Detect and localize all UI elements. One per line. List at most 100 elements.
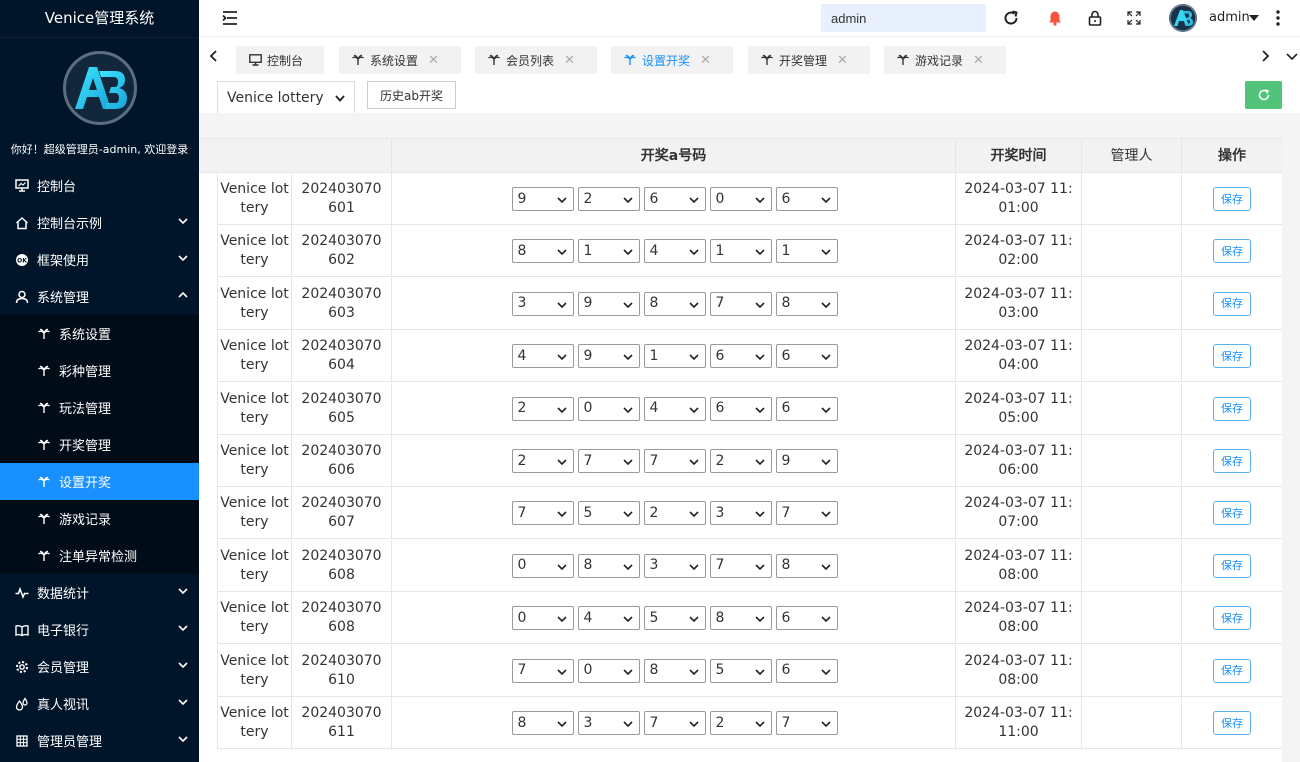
digit-select-5[interactable]: 6 bbox=[775, 396, 838, 421]
save-button[interactable]: 保存 bbox=[1213, 501, 1251, 526]
digit-select-2[interactable]: 7 bbox=[577, 449, 640, 473]
sidebar-item-play-rules[interactable]: 玩法管理 bbox=[0, 389, 199, 426]
username[interactable]: admin bbox=[1209, 10, 1250, 25]
sidebar-item-system-settings[interactable]: 系统设置 bbox=[0, 315, 199, 352]
tab-system-settings[interactable]: 系统设置 ✕ bbox=[339, 46, 461, 74]
sidebar-item-admins[interactable]: 管理员管理 bbox=[0, 722, 199, 759]
digit-select-3[interactable]: 6 bbox=[643, 187, 706, 211]
close-icon[interactable]: ✕ bbox=[973, 53, 984, 68]
digit-select-1[interactable]: 0 bbox=[511, 553, 574, 578]
digit-select-1[interactable]: 7 bbox=[511, 658, 574, 683]
digit-select-3[interactable]: 5 bbox=[643, 606, 706, 631]
menu-collapse-icon[interactable] bbox=[221, 9, 239, 27]
digit-select-5[interactable]: 6 bbox=[775, 187, 838, 211]
sidebar-item-lottery-types[interactable]: 彩种管理 bbox=[0, 352, 199, 389]
sidebar-item-members[interactable]: 会员管理 bbox=[0, 648, 199, 685]
fullscreen-icon[interactable] bbox=[1125, 9, 1143, 27]
digit-select-5[interactable]: 6 bbox=[775, 606, 838, 631]
save-button[interactable]: 保存 bbox=[1213, 396, 1251, 421]
chevron-left-icon[interactable] bbox=[206, 48, 222, 64]
digit-select-3[interactable]: 1 bbox=[643, 344, 706, 369]
save-button[interactable]: 保存 bbox=[1213, 658, 1251, 683]
digit-select-2[interactable]: 9 bbox=[577, 291, 640, 316]
digit-select-2[interactable]: 4 bbox=[577, 606, 640, 631]
sidebar-item-set-draw[interactable]: 设置开奖 bbox=[0, 463, 199, 500]
save-button[interactable]: 保存 bbox=[1213, 239, 1251, 264]
digit-select-5[interactable]: 9 bbox=[775, 449, 838, 473]
tab-member-list[interactable]: 会员列表 ✕ bbox=[475, 46, 597, 74]
digit-select-1[interactable]: 2 bbox=[511, 396, 574, 421]
digit-select-1[interactable]: 8 bbox=[511, 239, 574, 264]
scrollbar[interactable] bbox=[1282, 138, 1300, 762]
digit-select-4[interactable]: 2 bbox=[709, 711, 772, 735]
digit-select-4[interactable]: 5 bbox=[709, 658, 772, 683]
digit-select-3[interactable]: 4 bbox=[643, 239, 706, 264]
digit-select-3[interactable]: 4 bbox=[643, 396, 706, 421]
sidebar-item-framework[interactable]: OK 框架使用 bbox=[0, 241, 199, 278]
digit-select-2[interactable]: 8 bbox=[577, 553, 640, 578]
save-button[interactable]: 保存 bbox=[1213, 606, 1251, 631]
sidebar-item-draw-manage[interactable]: 开奖管理 bbox=[0, 426, 199, 463]
digit-select-4[interactable]: 7 bbox=[709, 553, 772, 578]
sidebar-item-statistics[interactable]: 数据统计 bbox=[0, 574, 199, 611]
tab-draw-manage[interactable]: 开奖管理 ✕ bbox=[748, 46, 870, 74]
digit-select-1[interactable]: 8 bbox=[511, 711, 574, 735]
digit-select-2[interactable]: 2 bbox=[577, 187, 640, 211]
digit-select-5[interactable]: 7 bbox=[775, 711, 838, 735]
save-button[interactable]: 保存 bbox=[1213, 553, 1251, 578]
digit-select-4[interactable]: 1 bbox=[709, 239, 772, 264]
digit-select-5[interactable]: 1 bbox=[775, 239, 838, 264]
sidebar-item-system[interactable]: 系统管理 bbox=[0, 278, 199, 315]
digit-select-5[interactable]: 6 bbox=[775, 658, 838, 683]
history-draw-button[interactable]: 历史ab开奖 bbox=[367, 81, 456, 109]
save-button[interactable]: 保存 bbox=[1213, 291, 1251, 316]
close-icon[interactable]: ✕ bbox=[564, 53, 575, 68]
refresh-icon[interactable] bbox=[1002, 9, 1020, 27]
digit-select-1[interactable]: 7 bbox=[511, 501, 574, 526]
digit-select-5[interactable]: 7 bbox=[775, 501, 838, 526]
digit-select-5[interactable]: 6 bbox=[775, 344, 838, 369]
digit-select-3[interactable]: 7 bbox=[643, 711, 706, 735]
save-button[interactable]: 保存 bbox=[1213, 187, 1251, 211]
lottery-select[interactable]: Venice lottery bbox=[217, 81, 355, 114]
sidebar-item-game-records[interactable]: 游戏记录 bbox=[0, 500, 199, 537]
sidebar-item-bet-anomaly[interactable]: 注单异常检测 bbox=[0, 537, 199, 574]
tab-set-draw[interactable]: 设置开奖 ✕ bbox=[611, 46, 733, 74]
digit-select-3[interactable]: 7 bbox=[643, 449, 706, 473]
sidebar-item-dashboard-demo[interactable]: 控制台示例 bbox=[0, 204, 199, 241]
chevron-right-icon[interactable] bbox=[1257, 48, 1273, 64]
digit-select-5[interactable]: 8 bbox=[775, 553, 838, 578]
digit-select-2[interactable]: 0 bbox=[577, 658, 640, 683]
caret-down-icon[interactable] bbox=[1249, 15, 1259, 21]
refresh-button[interactable] bbox=[1245, 81, 1282, 109]
digit-select-4[interactable]: 0 bbox=[709, 187, 772, 211]
digit-select-4[interactable]: 6 bbox=[709, 344, 772, 369]
digit-select-3[interactable]: 3 bbox=[643, 553, 706, 578]
digit-select-2[interactable]: 9 bbox=[577, 344, 640, 369]
close-icon[interactable]: ✕ bbox=[837, 53, 848, 68]
digit-select-2[interactable]: 1 bbox=[577, 239, 640, 264]
close-icon[interactable]: ✕ bbox=[428, 53, 439, 68]
avatar[interactable] bbox=[1169, 4, 1197, 32]
digit-select-2[interactable]: 0 bbox=[577, 396, 640, 421]
digit-select-4[interactable]: 3 bbox=[709, 501, 772, 526]
sidebar-item-ebank[interactable]: 电子银行 bbox=[0, 611, 199, 648]
digit-select-3[interactable]: 8 bbox=[643, 658, 706, 683]
digit-select-4[interactable]: 2 bbox=[709, 449, 772, 473]
tab-dashboard[interactable]: 控制台 bbox=[236, 46, 324, 74]
digit-select-2[interactable]: 3 bbox=[577, 711, 640, 735]
bell-icon[interactable] bbox=[1046, 9, 1064, 27]
sidebar-item-live-video[interactable]: 真人视讯 bbox=[0, 685, 199, 722]
save-button[interactable]: 保存 bbox=[1213, 449, 1251, 473]
digit-select-1[interactable]: 2 bbox=[511, 449, 574, 473]
digit-select-1[interactable]: 4 bbox=[511, 344, 574, 369]
lock-icon[interactable] bbox=[1086, 9, 1104, 27]
save-button[interactable]: 保存 bbox=[1213, 711, 1251, 735]
digit-select-3[interactable]: 8 bbox=[643, 291, 706, 316]
more-vertical-icon[interactable] bbox=[1275, 9, 1281, 27]
digit-select-4[interactable]: 8 bbox=[709, 606, 772, 631]
digit-select-2[interactable]: 5 bbox=[577, 501, 640, 526]
digit-select-3[interactable]: 2 bbox=[643, 501, 706, 526]
digit-select-4[interactable]: 6 bbox=[709, 396, 772, 421]
chevron-down-icon[interactable] bbox=[1284, 48, 1300, 64]
